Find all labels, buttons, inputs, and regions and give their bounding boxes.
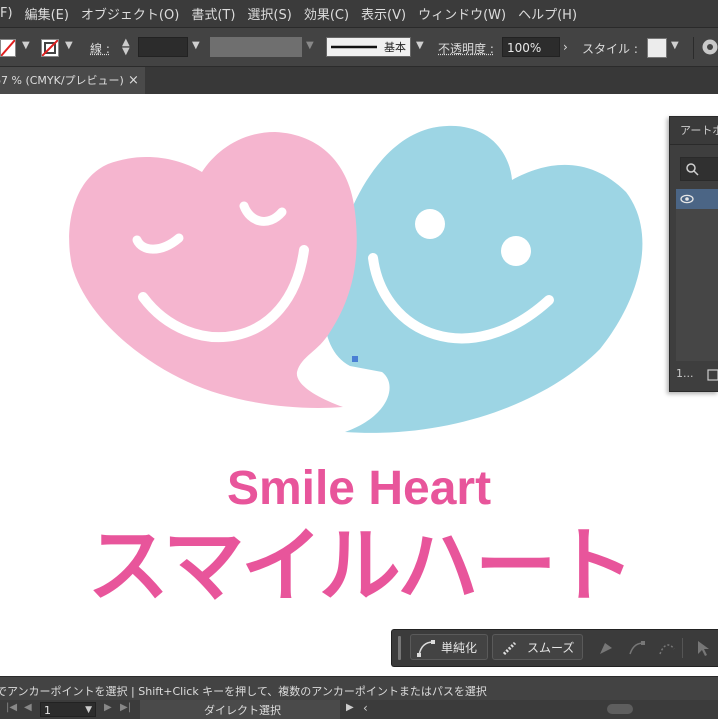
opacity-label: 不透明度 : [438,40,494,60]
stroke-none-icon [42,40,58,56]
menu-effect[interactable]: 効果(C) [298,4,355,23]
anchor-point-marker[interactable] [352,356,358,362]
current-tool-name: ダイレクト選択 [204,702,281,718]
opacity-input[interactable]: 100% [502,37,560,57]
recolor-artwork-icon[interactable] [701,38,718,58]
close-icon[interactable]: × [128,67,139,94]
status-nav-row: |◀ ◀ 1 ▼ ▶ ▶| ダイレクト選択 ▶ ‹ [0,700,718,719]
menu-type[interactable]: 書式(T) [185,4,241,23]
menu-window[interactable]: ウィンドウ(W) [412,4,512,23]
drag-handle[interactable] [398,636,401,660]
artboard-number-input[interactable]: 1 ▼ [40,702,96,717]
status-menu-arrow-icon[interactable]: ▶ [346,702,354,713]
anchor-convert-icon[interactable] [628,639,646,657]
stroke-weight-input[interactable] [138,37,188,57]
next-artboard-icon[interactable]: ▶ [104,702,112,713]
style-chevron-icon[interactable]: ▼ [671,40,679,60]
document-tab-bar: 67 % (CMYK/プレビュー) × [0,67,718,94]
first-artboard-icon[interactable]: |◀ [6,702,17,713]
panel-footer-count: 1... [676,367,694,380]
separator [693,37,694,59]
scrollbar-thumb[interactable] [607,704,633,714]
artboard-canvas[interactable]: Smile Heart スマイルハート [0,94,718,676]
search-icon [685,162,699,176]
anchor-remove-icon[interactable] [658,639,676,657]
profile-chevron-icon[interactable]: ▼ [306,40,314,60]
none-slash-icon [1,40,15,56]
menu-select[interactable]: 選択(S) [241,4,297,23]
panel-tab[interactable]: アートボ [670,117,718,145]
smooth-brush-icon [501,639,519,657]
stroke-line-icon [331,38,379,56]
graphic-style-swatch[interactable] [647,38,667,58]
prev-artboard-icon[interactable]: ◀ [24,702,32,713]
brush-chevron-icon[interactable]: ▼ [416,40,424,60]
stroke-swatch[interactable] [41,39,59,57]
smooth-label: スムーズ [527,635,574,661]
scroll-left-icon[interactable]: ‹ [363,701,368,715]
last-artboard-icon[interactable]: ▶| [120,702,131,713]
direct-select-icon[interactable] [695,639,711,657]
stroke-weight-chevron-icon[interactable]: ▼ [192,40,200,60]
panel-list-area [676,209,718,361]
simplify-button[interactable]: 単純化 [410,634,488,660]
artboards-panel: アートボ 1... [669,116,718,392]
artboard-number: 1 [44,704,51,717]
blue-eye-right [501,236,531,266]
status-hint: でアンカーポイントを選択 | Shift+Click キーを押して、複数のアンカ… [0,683,487,699]
variable-width-profile[interactable] [210,37,302,57]
panel-search-field[interactable] [680,157,718,181]
smooth-button[interactable]: スムーズ [492,634,583,660]
opacity-arrow-icon[interactable]: › [563,40,568,60]
artboard-new-icon[interactable] [707,369,718,381]
menu-file[interactable]: F) [0,6,19,21]
stroke-weight-label: 線 : [90,40,110,60]
menu-help[interactable]: ヘルプ(H) [512,4,583,23]
pen-tool-icon[interactable] [597,639,615,657]
fill-dropdown-chevron-icon[interactable]: ▼ [22,40,30,60]
blue-eye-left [415,209,445,239]
toolbar-separator [682,638,683,658]
horizontal-scrollbar[interactable] [376,704,718,714]
simplify-curve-icon [417,639,435,657]
stroke-dropdown-chevron-icon[interactable]: ▼ [65,40,73,60]
artboard-chevron-icon[interactable]: ▼ [85,703,92,718]
pink-heart-shape [69,132,357,408]
control-bar: ▼ ▼ 線 : ▲ ▼ ▼ ▼ 基本 ▼ 不透明度 : 100% › スタイル :… [0,28,718,67]
simplify-label: 単純化 [441,635,477,661]
logo-title-english: Smile Heart [0,461,718,516]
logo-title-japanese: スマイルハート [0,519,718,615]
menu-bar: F) 編集(E) オブジェクト(O) 書式(T) 選択(S) 効果(C) 表示(… [0,0,718,28]
style-label: スタイル : [582,40,638,60]
current-tool-field: ダイレクト選択 [140,700,340,719]
fill-swatch[interactable] [0,39,16,57]
blue-heart-shape [324,126,642,433]
status-bar: でアンカーポイントを選択 | Shift+Click キーを押して、複数のアンカ… [0,676,718,719]
eye-icon[interactable] [680,194,694,204]
contextual-task-bar: 単純化 スムーズ [391,629,718,667]
panel-row-selected[interactable] [676,189,718,209]
brush-definition-field[interactable]: 基本 [326,37,411,57]
stroke-weight-spinner-icon[interactable]: ▲ ▼ [122,38,130,58]
document-tab-title: 67 % (CMYK/プレビュー) [0,67,124,94]
menu-edit[interactable]: 編集(E) [19,4,75,23]
brush-name: 基本 [384,38,406,58]
menu-view[interactable]: 表示(V) [355,4,412,23]
menu-object[interactable]: オブジェクト(O) [75,4,185,23]
document-tab[interactable]: 67 % (CMYK/プレビュー) × [0,67,145,94]
